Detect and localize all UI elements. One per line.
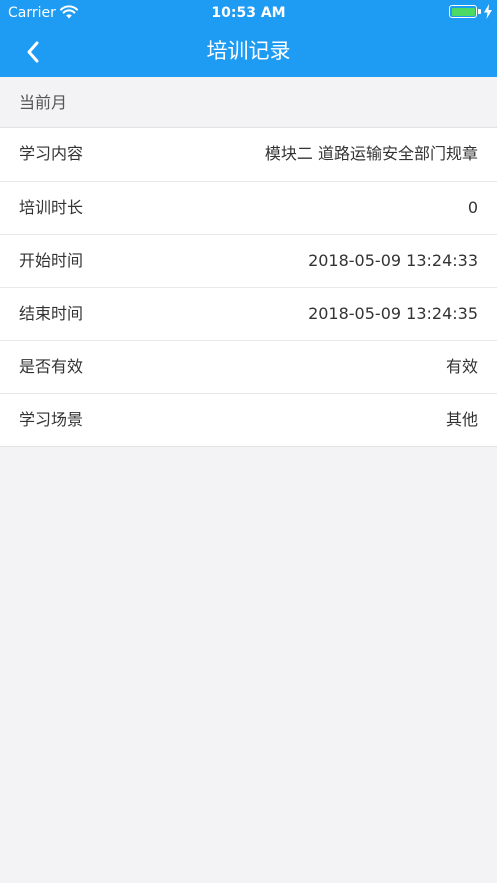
row-value: 其他 bbox=[445, 410, 478, 429]
lightning-bolt-icon bbox=[484, 4, 492, 19]
row-study-content: 学习内容 模块二 道路运输安全部门规章 bbox=[0, 128, 497, 181]
row-start-time: 开始时间 2018-05-09 13:24:33 bbox=[0, 234, 497, 287]
battery-icon bbox=[449, 5, 477, 18]
row-training-duration: 培训时长 0 bbox=[0, 181, 497, 234]
status-bar: Carrier 10:53 AM bbox=[0, 0, 497, 26]
row-end-time: 结束时间 2018-05-09 13:24:35 bbox=[0, 287, 497, 340]
status-time: 10:53 AM bbox=[211, 5, 286, 21]
row-value: 2018-05-09 13:24:33 bbox=[308, 251, 478, 270]
battery-tip bbox=[478, 9, 481, 14]
row-study-scene: 学习场景 其他 bbox=[0, 393, 497, 446]
row-value: 有效 bbox=[445, 357, 478, 376]
row-label: 开始时间 bbox=[19, 251, 84, 270]
section-header: 当前月 bbox=[0, 77, 497, 128]
row-label: 结束时间 bbox=[19, 304, 84, 323]
row-value: 模块二 道路运输安全部门规章 bbox=[264, 144, 478, 163]
row-value: 0 bbox=[467, 198, 478, 217]
row-value: 2018-05-09 13:24:35 bbox=[308, 304, 478, 323]
app-header: Carrier 10:53 AM 培训记录 bbox=[0, 0, 497, 77]
row-label: 是否有效 bbox=[19, 357, 84, 376]
navigation-bar: 培训记录 bbox=[0, 26, 497, 77]
row-is-valid: 是否有效 有效 bbox=[0, 340, 497, 393]
row-label: 学习内容 bbox=[19, 144, 84, 163]
row-label: 培训时长 bbox=[19, 198, 84, 217]
page-title: 培训记录 bbox=[206, 39, 291, 63]
row-label: 学习场景 bbox=[19, 410, 84, 429]
battery-level bbox=[451, 7, 475, 16]
section-title: 当前月 bbox=[19, 93, 68, 112]
training-record-list: 学习内容 模块二 道路运输安全部门规章 培训时长 0 开始时间 2018-05-… bbox=[0, 128, 497, 447]
